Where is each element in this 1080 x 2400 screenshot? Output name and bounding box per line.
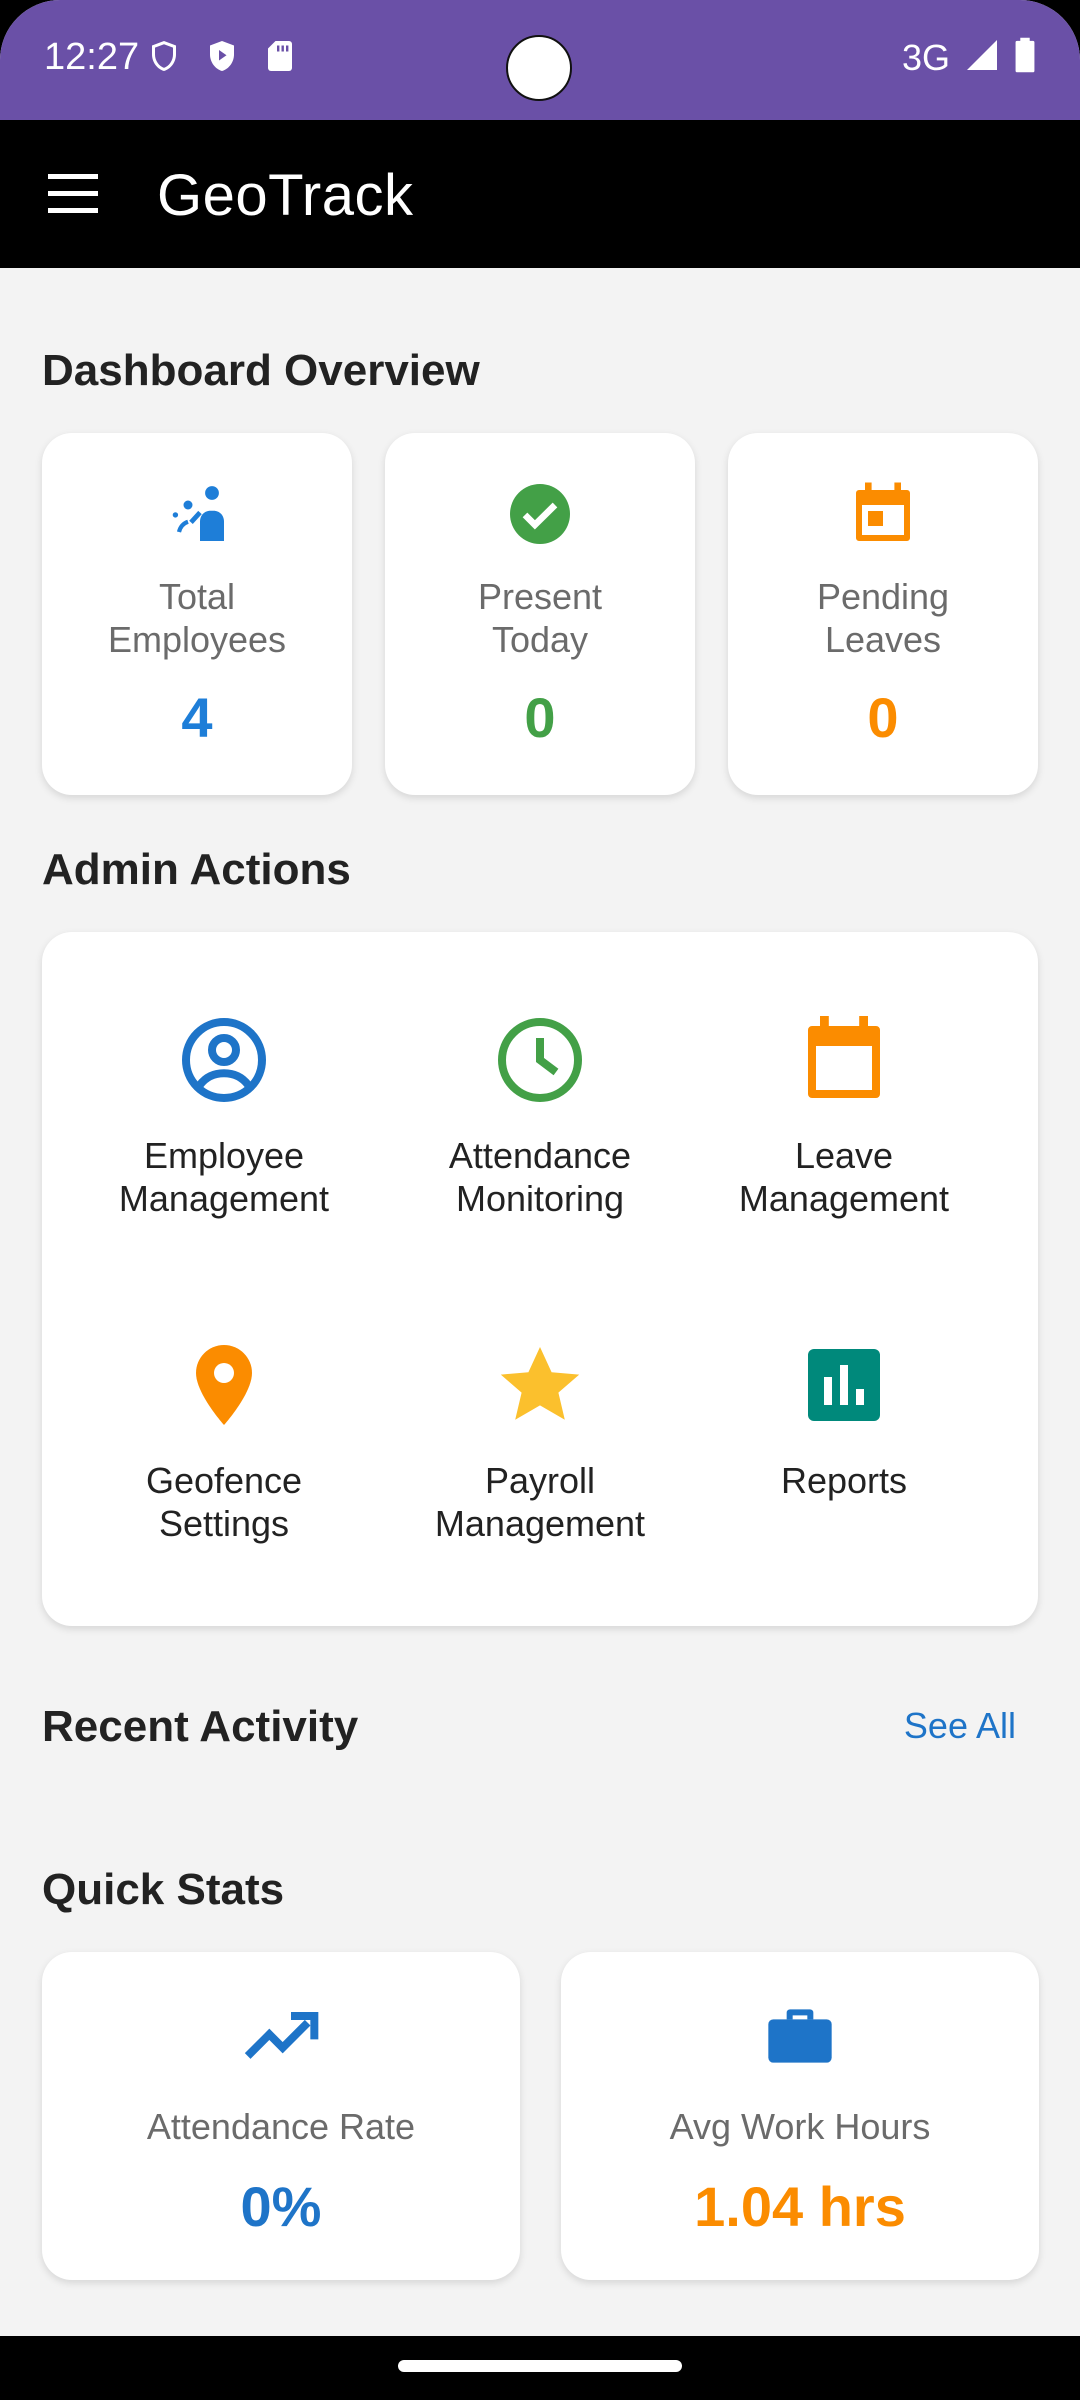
admin-actions-card: Employee Management Attendance Monitorin…	[42, 932, 1038, 1626]
present-today-card[interactable]: Present Today 0	[385, 433, 695, 795]
status-bar: 12:27 3G	[0, 0, 1080, 120]
calendar-icon	[728, 478, 1038, 550]
leave-management-label: Leave Management	[738, 1135, 950, 1219]
attendance-rate-card[interactable]: Attendance Rate 0%	[42, 1952, 520, 2280]
avg-work-hours-label: Avg Work Hours	[669, 2106, 931, 2147]
network-type: 3G	[901, 36, 950, 78]
battery-icon	[1014, 36, 1036, 79]
phone-screen: 12:27 3G GeoTrack Dashboard Overview Tot…	[0, 0, 1080, 2400]
check-circle-icon	[385, 478, 695, 550]
avg-work-hours-card[interactable]: Avg Work Hours 1.04 hrs	[561, 1952, 1039, 2280]
attendance-rate-value: 0%	[240, 2175, 322, 2238]
front-camera	[506, 35, 572, 101]
hamburger-menu-icon[interactable]	[44, 170, 104, 218]
present-today-value: 0	[524, 686, 556, 749]
attendance-rate-label: Attendance Rate	[146, 2106, 416, 2147]
dashboard-overview-title: Dashboard Overview	[42, 346, 480, 395]
app-bar: GeoTrack	[0, 120, 1080, 268]
recent-activity-title: Recent Activity	[42, 1702, 359, 1751]
payroll-management-label: Payroll Management	[434, 1460, 646, 1544]
trending-up-icon	[42, 1996, 520, 2076]
employee-management-label: Employee Management	[118, 1135, 330, 1219]
avg-work-hours-value: 1.04 hrs	[694, 2175, 906, 2238]
people-icon	[42, 478, 352, 550]
clock-icon	[388, 1012, 692, 1108]
play-protect-icon	[204, 38, 240, 79]
attendance-monitoring-label: Attendance Monitoring	[448, 1135, 632, 1219]
present-today-label: Present Today	[477, 576, 603, 660]
pending-leaves-value: 0	[867, 686, 899, 749]
location-pin-icon	[72, 1337, 376, 1433]
bar-chart-icon	[692, 1337, 996, 1433]
calendar-icon	[692, 1012, 996, 1108]
attendance-monitoring-button[interactable]: Attendance Monitoring	[388, 1012, 692, 1262]
see-all-link[interactable]: See All	[904, 1705, 1016, 1747]
payroll-management-button[interactable]: Payroll Management	[388, 1337, 692, 1587]
leave-management-button[interactable]: Leave Management	[692, 1012, 996, 1262]
shield-icon	[146, 38, 182, 79]
geofence-settings-label: Geofence Settings	[145, 1460, 303, 1544]
status-time: 12:27	[44, 36, 140, 78]
signal-icon	[964, 36, 1000, 79]
total-employees-value: 4	[181, 686, 213, 749]
sd-card-icon	[262, 38, 298, 79]
quick-stats-title: Quick Stats	[42, 1865, 285, 1914]
reports-label: Reports	[780, 1460, 908, 1501]
pending-leaves-label: Pending Leaves	[816, 576, 950, 660]
briefcase-icon	[561, 1996, 1039, 2076]
app-title: GeoTrack	[157, 163, 414, 228]
account-circle-icon	[72, 1012, 376, 1108]
employee-management-button[interactable]: Employee Management	[72, 1012, 376, 1262]
home-gesture-handle[interactable]	[398, 2360, 682, 2372]
star-icon	[388, 1337, 692, 1433]
admin-actions-title: Admin Actions	[42, 845, 351, 894]
pending-leaves-card[interactable]: Pending Leaves 0	[728, 433, 1038, 795]
total-employees-card[interactable]: Total Employees 4	[42, 433, 352, 795]
reports-button[interactable]: Reports	[692, 1337, 996, 1587]
total-employees-label: Total Employees	[107, 576, 287, 660]
geofence-settings-button[interactable]: Geofence Settings	[72, 1337, 376, 1587]
